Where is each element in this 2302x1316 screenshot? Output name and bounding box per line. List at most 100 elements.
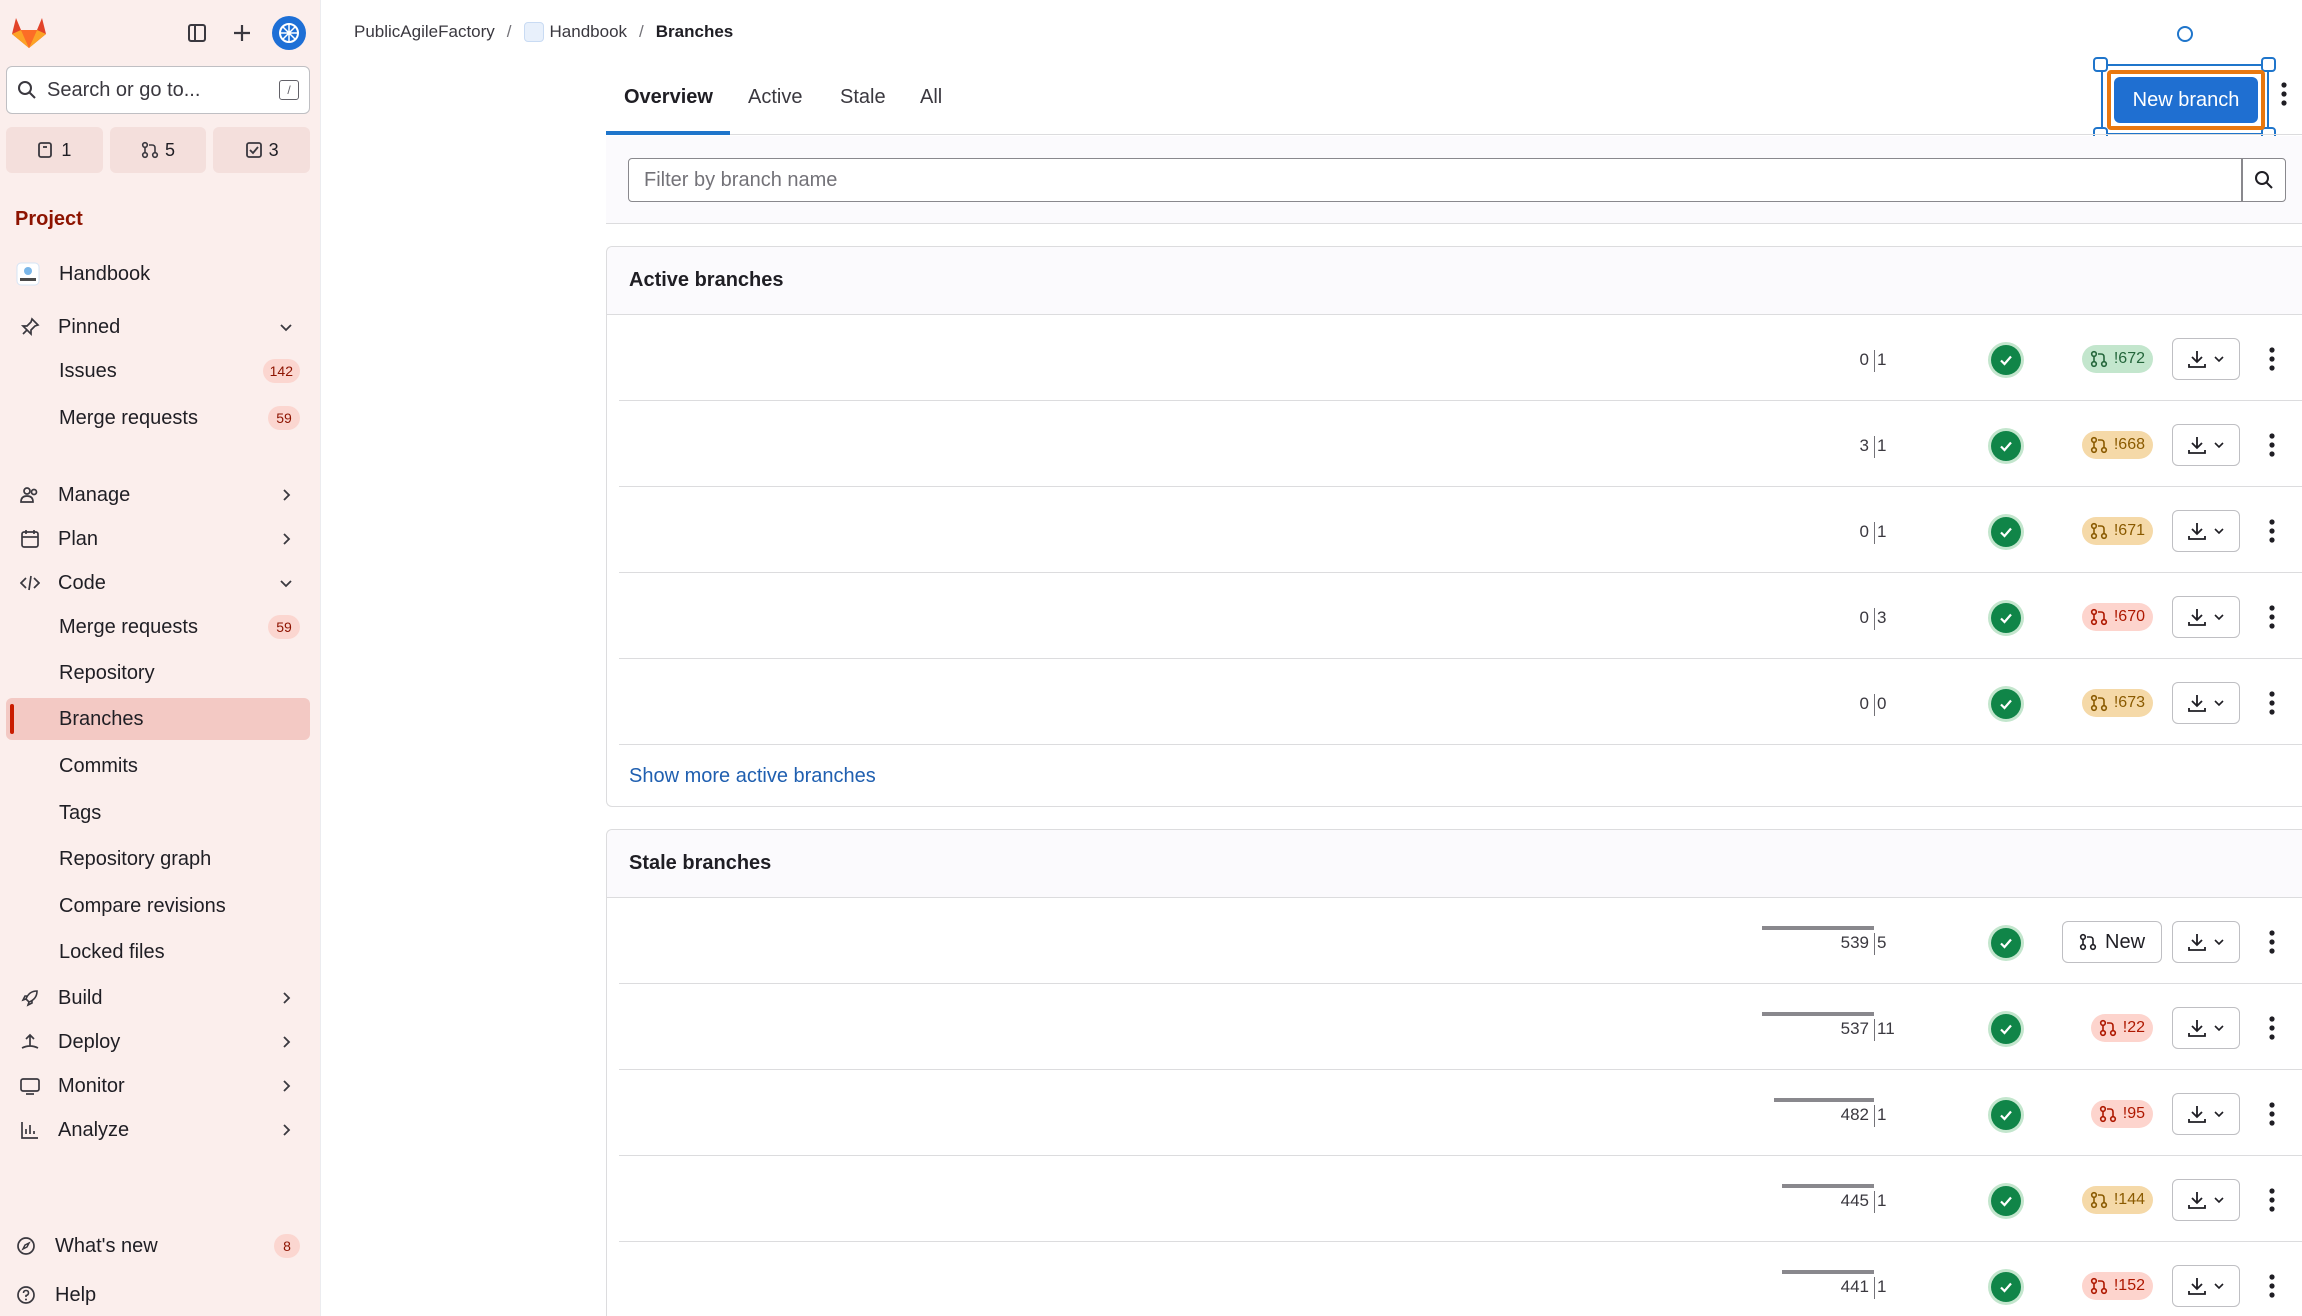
pipeline-status-icon[interactable] bbox=[1991, 1186, 2021, 1216]
branch-actions-icon[interactable] bbox=[2268, 1102, 2276, 1126]
more-actions-icon[interactable] bbox=[2280, 82, 2288, 106]
sidebar-item-monitor[interactable]: Monitor bbox=[6, 1065, 310, 1107]
download-dropdown-button[interactable] bbox=[2172, 1265, 2240, 1307]
gitlab-logo-icon[interactable] bbox=[10, 14, 48, 50]
chevron-down-icon bbox=[2213, 697, 2225, 709]
tab-overview[interactable]: Overview bbox=[624, 86, 713, 109]
sidebar-item-deploy[interactable]: Deploy bbox=[6, 1021, 310, 1063]
avatar[interactable] bbox=[272, 16, 306, 50]
commits-ahead: 1 bbox=[1877, 1105, 1887, 1124]
pipeline-status-icon[interactable] bbox=[1991, 517, 2021, 547]
sidebar-item-pinned-issues[interactable]: Issues 142 bbox=[6, 350, 310, 392]
branch-actions-icon[interactable] bbox=[2268, 347, 2276, 371]
download-dropdown-button[interactable] bbox=[2172, 338, 2240, 380]
download-dropdown-button[interactable] bbox=[2172, 424, 2240, 466]
download-dropdown-button[interactable] bbox=[2172, 1093, 2240, 1135]
merge-request-id: !95 bbox=[2122, 1105, 2145, 1122]
pipeline-status-icon[interactable] bbox=[1991, 1272, 2021, 1302]
issues-count-button[interactable]: 1 bbox=[6, 127, 103, 173]
sidebar-item-compare-revisions[interactable]: Compare revisions bbox=[6, 885, 310, 927]
pipeline-status-icon[interactable] bbox=[1991, 431, 2021, 461]
sidebar-item-tags[interactable]: Tags bbox=[6, 792, 310, 834]
show-more-active-branches-link[interactable]: Show more active branches bbox=[607, 745, 2302, 808]
new-merge-request-button[interactable]: New bbox=[2062, 921, 2163, 963]
branch-tabs: Overview Active Stale All bbox=[606, 66, 2302, 135]
sidebar-item-locked-files[interactable]: Locked files bbox=[6, 931, 310, 973]
branch-filter-input[interactable]: Filter by branch name bbox=[628, 158, 2242, 202]
branch-actions-icon[interactable] bbox=[2268, 1274, 2276, 1298]
pipeline-status-icon[interactable] bbox=[1991, 689, 2021, 719]
branch-actions-icon[interactable] bbox=[2268, 605, 2276, 629]
pipeline-status-icon[interactable] bbox=[1991, 928, 2021, 958]
merge-request-badge[interactable]: !144 bbox=[2081, 1186, 2153, 1214]
branch-actions-icon[interactable] bbox=[2268, 930, 2276, 954]
merge-request-badge[interactable]: !22 bbox=[2090, 1014, 2153, 1042]
search-box[interactable]: Search or go to... / bbox=[6, 66, 310, 114]
merge-request-badge[interactable]: !671 bbox=[2081, 517, 2153, 545]
sidebar-item-commits[interactable]: Commits bbox=[6, 745, 310, 787]
branch-actions-icon[interactable] bbox=[2268, 691, 2276, 715]
sidebar-item-repository[interactable]: Repository bbox=[6, 652, 310, 694]
help-button[interactable]: Help bbox=[6, 1274, 310, 1316]
sidebar-item-code[interactable]: Code bbox=[6, 562, 310, 604]
sidebar-item-analyze[interactable]: Analyze bbox=[6, 1109, 310, 1151]
merge-request-badge[interactable]: !670 bbox=[2081, 603, 2153, 631]
commits-ahead: 1 bbox=[1877, 436, 1887, 455]
commits-ahead: 1 bbox=[1877, 350, 1887, 369]
merge-request-badge[interactable]: !672 bbox=[2081, 345, 2153, 373]
tab-active[interactable]: Active bbox=[748, 86, 802, 109]
sidebar-section-title: Project bbox=[15, 208, 83, 230]
sidebar-item-plan[interactable]: Plan bbox=[6, 518, 310, 560]
pipeline-status-icon[interactable] bbox=[1991, 603, 2021, 633]
whats-new-button[interactable]: What's new 8 bbox=[6, 1225, 310, 1267]
merge-request-icon bbox=[2090, 350, 2108, 368]
sidebar-item-pinned[interactable]: Pinned bbox=[6, 306, 310, 348]
rotation-handle[interactable] bbox=[2177, 26, 2193, 42]
plus-icon[interactable] bbox=[225, 16, 259, 50]
tab-stale[interactable]: Stale bbox=[840, 86, 886, 109]
sidebar-item-branches[interactable]: Branches bbox=[6, 698, 310, 740]
sidebar-item-manage[interactable]: Manage bbox=[6, 474, 310, 516]
mr-count-button[interactable]: 5 bbox=[109, 127, 207, 173]
tab-underline bbox=[606, 131, 730, 135]
divergence-separator bbox=[1874, 608, 1875, 630]
stale-branches-title: Stale branches bbox=[607, 830, 2302, 898]
branch-actions-icon[interactable] bbox=[2268, 1188, 2276, 1212]
pipeline-status-icon[interactable] bbox=[1991, 1100, 2021, 1130]
sidebar-item-build[interactable]: Build bbox=[6, 977, 310, 1019]
sidebar-item-code-merge-requests[interactable]: Merge requests 59 bbox=[6, 606, 310, 648]
new-branch-button[interactable]: New branch bbox=[2114, 77, 2258, 123]
download-dropdown-button[interactable] bbox=[2172, 921, 2240, 963]
tab-all[interactable]: All bbox=[920, 86, 942, 109]
branch-actions-icon[interactable] bbox=[2268, 433, 2276, 457]
download-dropdown-button[interactable] bbox=[2172, 1179, 2240, 1221]
analyze-label: Analyze bbox=[58, 1118, 130, 1141]
sidebar-item-pinned-merge-requests[interactable]: Merge requests 59 bbox=[6, 397, 310, 439]
todos-count-button[interactable]: 3 bbox=[213, 127, 311, 173]
branch-row: 537 11 !22 bbox=[619, 984, 2302, 1070]
download-dropdown-button[interactable] bbox=[2172, 682, 2240, 724]
pipeline-status-icon[interactable] bbox=[1991, 345, 2021, 375]
merge-request-badge[interactable]: !152 bbox=[2081, 1272, 2153, 1300]
sidebar-item-project[interactable]: Handbook bbox=[6, 253, 310, 295]
download-dropdown-button[interactable] bbox=[2172, 1007, 2240, 1049]
breadcrumb-group[interactable]: PublicAgileFactory bbox=[354, 22, 495, 42]
branch-actions-icon[interactable] bbox=[2268, 1016, 2276, 1040]
sidebar-item-repository-graph[interactable]: Repository graph bbox=[6, 838, 310, 880]
merge-request-badge[interactable]: !668 bbox=[2081, 431, 2153, 459]
commits-behind: 0 bbox=[1859, 608, 1869, 627]
breadcrumb-project[interactable]: Handbook bbox=[523, 22, 627, 42]
deploy-label: Deploy bbox=[58, 1030, 121, 1053]
merge-request-badge[interactable]: !95 bbox=[2090, 1100, 2153, 1128]
merge-request-id: !670 bbox=[2113, 608, 2145, 625]
download-icon bbox=[2187, 1276, 2207, 1296]
mr-count: 5 bbox=[165, 139, 176, 160]
toggle-sidebar-icon[interactable] bbox=[180, 16, 214, 50]
download-dropdown-button[interactable] bbox=[2172, 596, 2240, 638]
filter-search-button[interactable] bbox=[2242, 158, 2286, 202]
merge-request-badge[interactable]: !673 bbox=[2081, 689, 2153, 717]
branch-actions-icon[interactable] bbox=[2268, 519, 2276, 543]
todo-icon bbox=[245, 142, 262, 158]
pipeline-status-icon[interactable] bbox=[1991, 1014, 2021, 1044]
download-dropdown-button[interactable] bbox=[2172, 510, 2240, 552]
